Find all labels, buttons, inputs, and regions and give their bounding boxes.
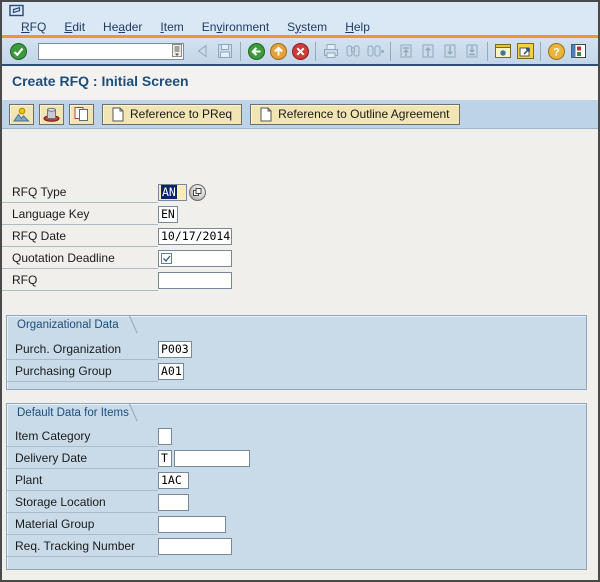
save-icon — [214, 40, 236, 62]
command-field[interactable] — [38, 43, 184, 60]
organizational-data-tab: Organizational Data — [7, 316, 586, 334]
quotation-deadline-field[interactable] — [158, 249, 232, 267]
rfq-type-label: RFQ Type — [2, 181, 158, 203]
toolbar-separator — [487, 41, 488, 61]
menu-system[interactable]: System — [278, 20, 336, 34]
system-bar — [2, 2, 598, 18]
storage-location-field[interactable] — [158, 493, 189, 511]
back-icon[interactable] — [245, 40, 267, 62]
material-group-row: Material Group — [7, 513, 586, 535]
header-details-button[interactable] — [39, 103, 64, 125]
reference-to-outline-agreement-button[interactable]: Reference to Outline Agreement — [250, 103, 460, 125]
header-fields: RFQ Type AN Language Key EN RFQ Date 10/… — [2, 181, 302, 291]
find-next-icon — [364, 40, 386, 62]
first-page-icon — [395, 40, 417, 62]
enter-icon[interactable] — [7, 40, 29, 62]
menu-rfq[interactable]: RFQ — [12, 20, 55, 34]
overview-icon — [13, 107, 30, 121]
customize-layout-icon[interactable] — [567, 40, 589, 62]
material-group-field[interactable] — [158, 515, 226, 533]
rfq-number-row: RFQ — [2, 269, 302, 291]
print-icon — [320, 40, 342, 62]
work-area: RFQ Type AN Language Key EN RFQ Date 10/… — [2, 129, 598, 580]
next-page-icon — [439, 40, 461, 62]
exit-icon[interactable] — [267, 40, 289, 62]
default-data-items-tab: Default Data for Items — [7, 404, 586, 422]
page-title: Create RFQ : Initial Screen — [12, 73, 189, 89]
item-category-field[interactable] — [158, 427, 172, 445]
cancel-icon[interactable] — [289, 40, 311, 62]
sap-window: RFQ Edit Header Item Environment System … — [0, 0, 600, 582]
plant-field[interactable]: 1AC — [158, 471, 189, 489]
menu-item[interactable]: Item — [151, 20, 192, 34]
standard-toolbar: ? — [2, 38, 598, 64]
item-overview-button[interactable] — [69, 103, 94, 125]
language-key-label: Language Key — [2, 203, 158, 225]
rfq-type-row: RFQ Type AN — [2, 181, 302, 203]
item-category-label: Item Category — [7, 425, 158, 447]
req-tracking-number-row: Req. Tracking Number — [7, 535, 586, 557]
item-category-row: Item Category — [7, 425, 586, 447]
purch-organization-field[interactable]: P003 — [158, 340, 192, 358]
storage-location-row: Storage Location — [7, 491, 586, 513]
quotation-deadline-row: Quotation Deadline — [2, 247, 302, 269]
default-data-items-group: Default Data for Items Item Category Del… — [6, 403, 587, 570]
item-overview-icon — [74, 107, 88, 121]
quotation-deadline-label: Quotation Deadline — [2, 247, 158, 269]
purchasing-group-row: Purchasing Group A01 — [7, 360, 586, 382]
header-hat-icon — [43, 107, 60, 122]
overview-button[interactable] — [9, 103, 34, 125]
help-icon[interactable]: ? — [545, 40, 567, 62]
language-key-field[interactable]: EN — [158, 205, 178, 223]
delivery-date-row: Delivery Date T — [7, 447, 586, 469]
delivery-date-field[interactable] — [174, 449, 250, 467]
screen-title-bar: Create RFQ : Initial Screen — [2, 66, 598, 100]
required-field-icon — [161, 252, 172, 264]
menu-bar: RFQ Edit Header Item Environment System … — [2, 18, 598, 35]
purch-organization-label: Purch. Organization — [7, 338, 158, 360]
rfq-date-label: RFQ Date — [2, 225, 158, 247]
command-history-icon[interactable] — [172, 44, 182, 57]
plant-label: Plant — [7, 469, 158, 491]
new-session-icon[interactable] — [492, 40, 514, 62]
application-toolbar: Reference to PReq Reference to Outline A… — [2, 100, 598, 129]
find-icon — [342, 40, 364, 62]
document-icon — [112, 107, 124, 121]
previous-item-icon — [192, 40, 214, 62]
toolbar-separator — [240, 41, 241, 61]
toolbar-separator — [540, 41, 541, 61]
menu-header[interactable]: Header — [94, 20, 151, 34]
organizational-data-group: Organizational Data Purch. Organization … — [6, 315, 587, 390]
rfq-type-field[interactable]: AN — [158, 183, 187, 201]
menu-environment[interactable]: Environment — [193, 20, 278, 34]
rfq-number-label: RFQ — [2, 269, 158, 291]
language-key-row: Language Key EN — [2, 203, 302, 225]
rfq-date-row: RFQ Date 10/17/2014 — [2, 225, 302, 247]
last-page-icon — [461, 40, 483, 62]
purchasing-group-label: Purchasing Group — [7, 360, 158, 382]
plant-row: Plant 1AC — [7, 469, 586, 491]
delivery-date-category-field[interactable]: T — [158, 449, 172, 467]
purchasing-group-field[interactable]: A01 — [158, 362, 184, 380]
material-group-label: Material Group — [7, 513, 158, 535]
rfq-number-field[interactable] — [158, 271, 232, 289]
reference-to-preq-button[interactable]: Reference to PReq — [102, 103, 243, 125]
storage-location-label: Storage Location — [7, 491, 158, 513]
rfq-date-field[interactable]: 10/17/2014 — [158, 227, 232, 245]
value-help-icon[interactable] — [189, 183, 206, 201]
req-tracking-number-field[interactable] — [158, 537, 232, 555]
delivery-date-label: Delivery Date — [7, 447, 158, 469]
document-icon — [260, 107, 272, 121]
toolbar-separator — [390, 41, 391, 61]
menu-edit[interactable]: Edit — [55, 20, 94, 34]
toolbar-separator — [315, 41, 316, 61]
svg-text:?: ? — [553, 46, 560, 58]
create-shortcut-icon[interactable] — [514, 40, 536, 62]
previous-page-icon — [417, 40, 439, 62]
menu-help[interactable]: Help — [336, 20, 379, 34]
req-tracking-number-label: Req. Tracking Number — [7, 535, 158, 557]
purch-organization-row: Purch. Organization P003 — [7, 338, 586, 360]
session-menu-icon[interactable] — [9, 4, 25, 17]
